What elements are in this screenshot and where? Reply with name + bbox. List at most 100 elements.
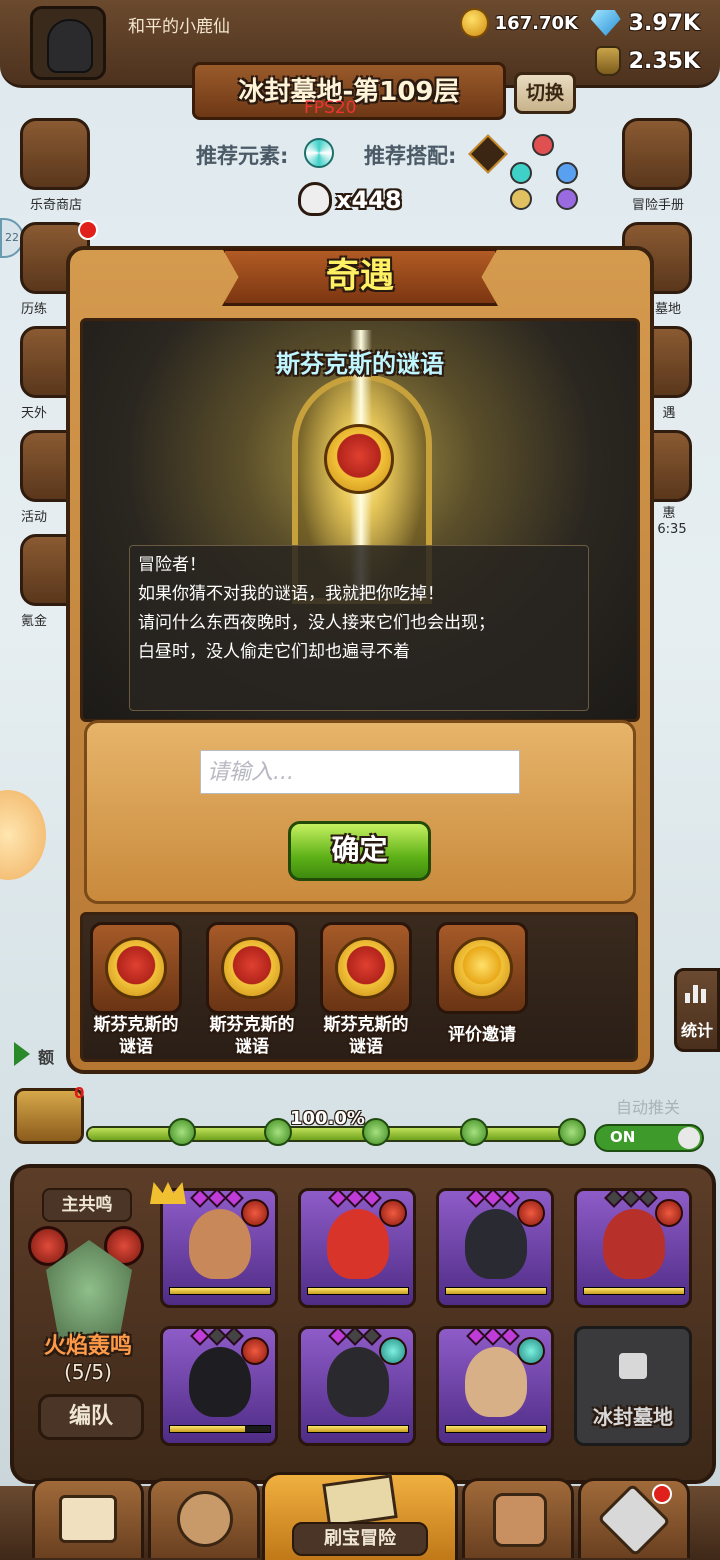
history-slot[interactable]: [206, 922, 298, 1014]
wind-element-icon: [379, 1337, 407, 1365]
hero-hp-bar: [445, 1287, 547, 1295]
star-icon: [500, 1329, 520, 1346]
star-icon: [224, 1191, 244, 1208]
toggle-label: ON: [610, 1128, 636, 1146]
helmet-portrait-icon: [47, 19, 93, 73]
demon-emblem-icon: [335, 937, 397, 999]
key-icon: [362, 1118, 390, 1146]
dialog-line: 冒险者！: [138, 555, 206, 575]
hero-hp-fill: [308, 1288, 408, 1294]
diamond-icon: [590, 10, 621, 36]
hero-hp-fill: [308, 1426, 408, 1432]
nav-forge-button[interactable]: [578, 1478, 690, 1558]
floating-orb-icon[interactable]: [0, 790, 46, 880]
star-icon: [638, 1191, 658, 1208]
adventure-manual-label: 冒险手册: [631, 198, 684, 213]
kill-count: x448: [336, 186, 402, 214]
progress-percent: 100.0%: [290, 1108, 365, 1129]
shop-button[interactable]: [20, 118, 90, 190]
notification-dot: [652, 1484, 672, 1504]
wind-element-icon: [304, 138, 334, 168]
deal-label: 惠: [662, 506, 676, 521]
shadow-element-icon: [556, 188, 578, 210]
event-label: 活动: [20, 510, 47, 525]
switch-stage-button[interactable]: 切换: [514, 72, 576, 114]
hero-hp-fill: [446, 1288, 546, 1294]
wind-element-icon: [510, 162, 532, 184]
locked-hero-slot[interactable]: 冰封墓地: [574, 1326, 692, 1446]
shop-stall-icon: [59, 1495, 117, 1543]
nav-active-label: 刷宝冒险: [292, 1522, 428, 1556]
history-label: 评价邀请: [427, 1024, 537, 1046]
potion-counter[interactable]: 2.35K: [584, 46, 700, 76]
progress-fill: [88, 1128, 582, 1140]
history-label: 斯芬克斯的 谜语: [311, 1014, 421, 1058]
gem-value: 3.97K: [628, 10, 700, 36]
history-label-line: 谜语: [119, 1037, 153, 1057]
popup-title: 奇遇: [326, 256, 394, 296]
stats-button[interactable]: 统计: [674, 968, 720, 1052]
gem-counter[interactable]: 3.97K: [584, 8, 700, 38]
recommended-combo-label: 推荐搭配:: [364, 144, 457, 168]
star-rating: [190, 1191, 244, 1208]
encounter-label: 遇: [662, 406, 676, 421]
helmet-hero-card[interactable]: [298, 1326, 416, 1446]
formation-button[interactable]: 编队: [38, 1394, 144, 1440]
key-icon: [558, 1118, 586, 1146]
chest-count: 0: [74, 1084, 85, 1102]
scarred-hero-card[interactable]: [436, 1326, 554, 1446]
star-icon: [362, 1329, 382, 1346]
fps-counter: FPS20: [304, 98, 357, 118]
player-avatar[interactable]: [30, 6, 106, 80]
history-label: 斯芬克斯的 谜语: [197, 1014, 307, 1058]
auto-pass-toggle[interactable]: ON: [594, 1124, 704, 1152]
hero-hp-fill: [446, 1426, 546, 1432]
history-label-line: 评价邀请: [448, 1025, 516, 1045]
red-demon-hero-card[interactable]: [298, 1188, 416, 1308]
auto-pass-label: 自动推关: [616, 1098, 681, 1117]
crown-icon: [150, 1182, 186, 1204]
key-icon: [264, 1118, 292, 1146]
water-element-icon: [556, 162, 578, 184]
star-rating: [328, 1329, 382, 1346]
fire-element-icon: [241, 1337, 269, 1365]
resonance-count: (5/5): [64, 1360, 112, 1384]
recharge-label: 氪金: [20, 614, 47, 629]
warning-icon[interactable]: [468, 134, 508, 174]
confirm-button[interactable]: 确定: [288, 821, 431, 881]
hero-hp-bar: [307, 1287, 409, 1295]
turban-hero-card[interactable]: [160, 1188, 278, 1308]
nav-bag-button[interactable]: [462, 1478, 574, 1558]
nav-heroes-button[interactable]: [148, 1478, 260, 1558]
burnt-hero-card[interactable]: [160, 1326, 278, 1446]
play-arrow-icon[interactable]: [14, 1042, 30, 1066]
star-rating: [190, 1329, 244, 1346]
hooded-hero-card[interactable]: [436, 1188, 554, 1308]
trophy-emblem-icon: [451, 937, 513, 999]
trial-label: 历练: [20, 302, 47, 317]
nav-shop-button[interactable]: [32, 1478, 144, 1558]
stats-label: 统计: [681, 1021, 714, 1040]
shop-label: 乐奇商店: [29, 198, 82, 213]
history-slot[interactable]: [320, 922, 412, 1014]
skull-icon: [298, 182, 332, 216]
backpack-icon: [493, 1493, 547, 1547]
treasure-map-icon: [322, 1474, 398, 1528]
potion-jar-icon: [594, 46, 621, 76]
gold-coin-icon: [460, 8, 489, 38]
hero-portrait-icon: [177, 1491, 233, 1547]
answer-input[interactable]: [200, 750, 520, 794]
history-label-line: 斯芬克斯的: [209, 1015, 295, 1035]
fire-element-icon: [241, 1199, 269, 1227]
dialog-line: 请问什么东西夜晚时，没人接来它们也会出现；: [138, 613, 495, 633]
lock-icon: [619, 1353, 647, 1379]
player-name: 和平的小鹿仙: [128, 17, 230, 37]
adventure-manual-button[interactable]: [622, 118, 692, 190]
gold-counter[interactable]: 167.70K: [460, 8, 578, 38]
horned-mask-hero-card[interactable]: [574, 1188, 692, 1308]
potion-value: 2.35K: [628, 48, 700, 74]
star-rating: [328, 1191, 382, 1208]
history-slot[interactable]: [436, 922, 528, 1014]
quota-label: 额: [38, 1048, 55, 1067]
history-slot[interactable]: [90, 922, 182, 1014]
